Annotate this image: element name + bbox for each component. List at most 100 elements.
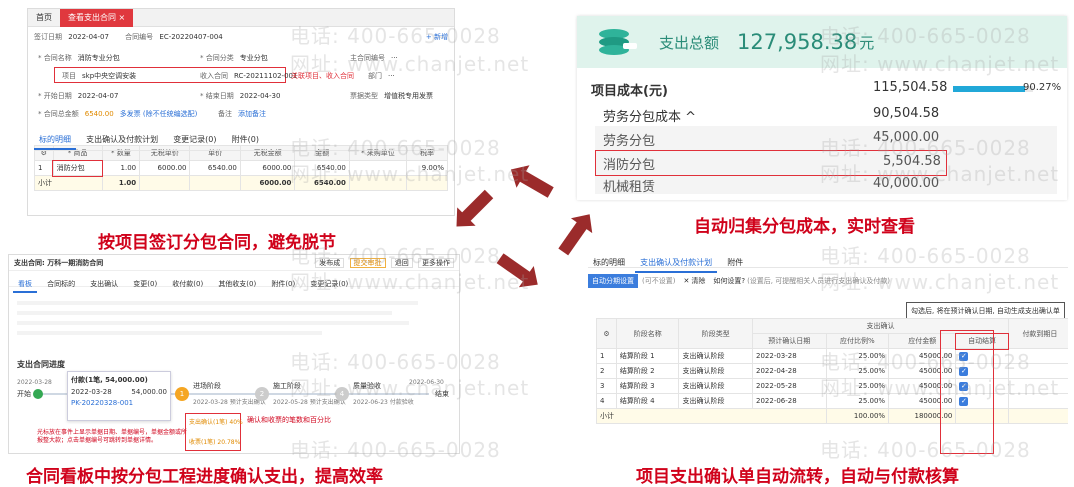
tab-log[interactable]: 变更记录(0) [305,277,353,291]
dept-value[interactable]: ··· [388,72,395,80]
table-row[interactable]: 1 消防分包 1.00 6000.00 6540.00 6000.00 6540… [34,159,449,177]
cell-goods[interactable]: 消防分包 [52,159,104,177]
type-value[interactable]: 专业分包 [240,53,268,63]
labor-cost-label[interactable]: 劳务分包成本 ^ [603,106,696,125]
table-row[interactable]: 2 结算阶段 2 支出确认阶段 2022-04-28 25.00% 45000.00 ✓ [596,363,1068,379]
confirm-toolbar: 自动分期设置 (可不设置) ✕ 清除 如何设置? (设置后, 可提醒相关人员进行… [588,274,1068,288]
tab-confirm-plan[interactable]: 支出确认及付款计划 [635,255,718,273]
total-banner: 支出总额 127,958.38 元 [577,16,1067,68]
invoice-value[interactable]: 增值税专用发票 [384,91,433,101]
tab-attachment[interactable]: 附件 [722,255,748,271]
add-new-button[interactable]: + 新增 [426,32,448,42]
arrow-icon [496,253,532,283]
cell-unit-price-notax[interactable]: 6000.00 [139,160,191,176]
auto-stage-button[interactable]: 自动分期设置 [588,274,638,288]
coins-icon [595,25,639,59]
auto-col-highlight [940,330,994,454]
board-title: 支出合同: 万科一期消防合同 [14,258,104,267]
board-header: 支出合同: 万科一期消防合同 发布成 提交审批 退回 更多操作 [9,255,459,271]
node-2-name: 施工阶段 [273,382,301,390]
sign-date: 2022-04-07 [68,33,109,41]
arrow-icon [558,220,588,256]
invoice-label: 票据类型 [350,92,378,100]
cell-amount-notax[interactable]: 6000.00 [239,160,296,176]
col-ratio: 应付比例% [825,333,890,349]
submit-button[interactable]: 提交审批 [349,257,386,268]
tab-change-log[interactable]: 变更记录(0) [168,132,221,148]
machine-label: 机械租赁 [603,180,656,195]
add-remark-link[interactable]: 添加备注 [238,109,266,119]
project-label: 项目 [62,72,76,80]
end-value[interactable]: 2022-04-30 [240,92,281,100]
clear-button[interactable]: 清除 [691,276,705,286]
machine-value: 40,000.00 [873,176,940,191]
dept-label: 部门 [368,72,382,80]
tab-detail[interactable]: 标的明细 [588,255,630,271]
tab-items[interactable]: 标的明细 [34,132,76,150]
cell-tax[interactable]: 9.00% [405,160,449,176]
tab-payments[interactable]: 收付款(0) [167,277,208,291]
stat-confirm: 支出确认(1笔) 40% [189,419,243,426]
back-button[interactable]: 退回 [390,257,413,268]
fire-sub-label: 消防分包 [603,158,656,173]
caption-top-left: 按项目签订分包合同，避免脱节 [98,233,336,253]
arrow-icon [518,170,554,198]
tab-confirm-plan[interactable]: 支出确认及付款计划 [81,132,163,148]
tab-change[interactable]: 变更(0) [128,277,162,291]
col-stage-type: 阶段类型 [678,318,754,349]
tab-attach[interactable]: 附件(0) [266,277,300,291]
main-no-value[interactable]: ··· [391,54,398,62]
tab-contract-items[interactable]: 合同标的 [42,277,80,291]
tab-view-contract[interactable]: 查看支出合同 × [60,9,134,27]
contract-no-label: 合同编号 [125,33,154,41]
table-row[interactable]: 1 结算阶段 1 支出确认阶段 2022-03-28 25.00% 45000.00 ✓ [596,348,1068,364]
cell-unit-price[interactable]: 6540.00 [189,160,241,176]
col-est-date: 预计确认日期 [752,333,827,349]
cell-qty[interactable]: 1.00 [101,160,141,176]
more-button[interactable]: 更多操作 [418,257,454,268]
publish-button[interactable]: 发布成 [315,257,345,268]
cell-index: 1 [34,160,54,176]
table-row[interactable]: 3 结算阶段 3 支出确认阶段 2022-05-28 25.00% 45000.00 ✓ [596,378,1068,394]
board-tabs: 看板 合同标的 支出确认 变更(0) 收付款(0) 其他收支(0) 附件(0) … [9,271,459,293]
labor-sub-value: 45,000.00 [873,130,940,145]
settings-icon[interactable]: ⚙ [596,318,617,349]
tab-other[interactable]: 其他收支(0) [213,277,261,291]
tab-home[interactable]: 首页 [28,9,60,27]
caption-top-right: 自动归集分包成本，实时查看 [694,217,915,237]
tab-confirm[interactable]: 支出确认 [85,277,123,291]
labor-sub-label: 劳务分包 [603,134,656,149]
stages-table: ⚙ 阶段名称 阶段类型 支出确认 付款到期日 预计确认日期 应付比例% 应付金额… [596,318,1068,424]
table-row[interactable]: 4 结算阶段 4 支出确认阶段 2022-06-28 25.00% 45000.00 ✓ [596,393,1068,409]
optional-note: (可不设置) [642,277,676,285]
start-value[interactable]: 2022-04-07 [78,92,119,100]
start-label: * 开始日期 [38,92,72,100]
subtotal-qty: 1.00 [101,175,141,191]
amount-extra[interactable]: 多发票 (除不任统编选配) [120,109,198,119]
cell-amount[interactable]: 6540.00 [294,160,350,176]
income-label: 收入合同 [200,72,228,80]
tab-attachments[interactable]: 附件(0) [227,132,264,148]
progress-note: 确认和收票的笔数和百分比 [247,416,331,424]
cost-progress-fill [953,86,1026,92]
node-3-icon[interactable]: 4 [335,387,349,401]
sign-date-label: 签订日期 [34,33,62,41]
tab-board[interactable]: 看板 [13,277,37,293]
income-value[interactable]: RC-20211102-001 [234,72,297,80]
name-value[interactable]: 消防专业分包 [78,53,120,63]
clear-icon[interactable]: ✕ [683,277,689,285]
how-link[interactable]: 如何设置? [713,276,745,286]
node-2-icon[interactable]: 2 [255,387,269,401]
remark-label: 备注 [218,110,232,118]
project-value[interactable]: skp中央空调安装 [82,71,136,81]
confirm-panel: 标的明细 支出确认及付款计划 附件 自动分期设置 (可不设置) ✕ 清除 如何设… [588,250,1068,458]
popup-doc-link[interactable]: PK-20220328-001 [71,399,167,407]
total-label: 支出总额 [659,33,720,52]
items-table: ⚙ * 商品 * 数量 无税单价 单价 无税金额 金额 * 采购单位 税率 1 … [34,145,449,191]
subtotal-pct: 100.00% [825,408,890,424]
app-tab-bar: 首页 查看支出合同 × [28,9,454,27]
contract-sub-tabs: 标的明细 支出确认及付款计划 变更记录(0) 附件(0) [34,127,444,151]
cell-purchase-unit[interactable] [348,160,407,176]
contract-no: EC-20220407-004 [159,33,223,41]
node-1-icon[interactable]: 1 [175,387,189,401]
